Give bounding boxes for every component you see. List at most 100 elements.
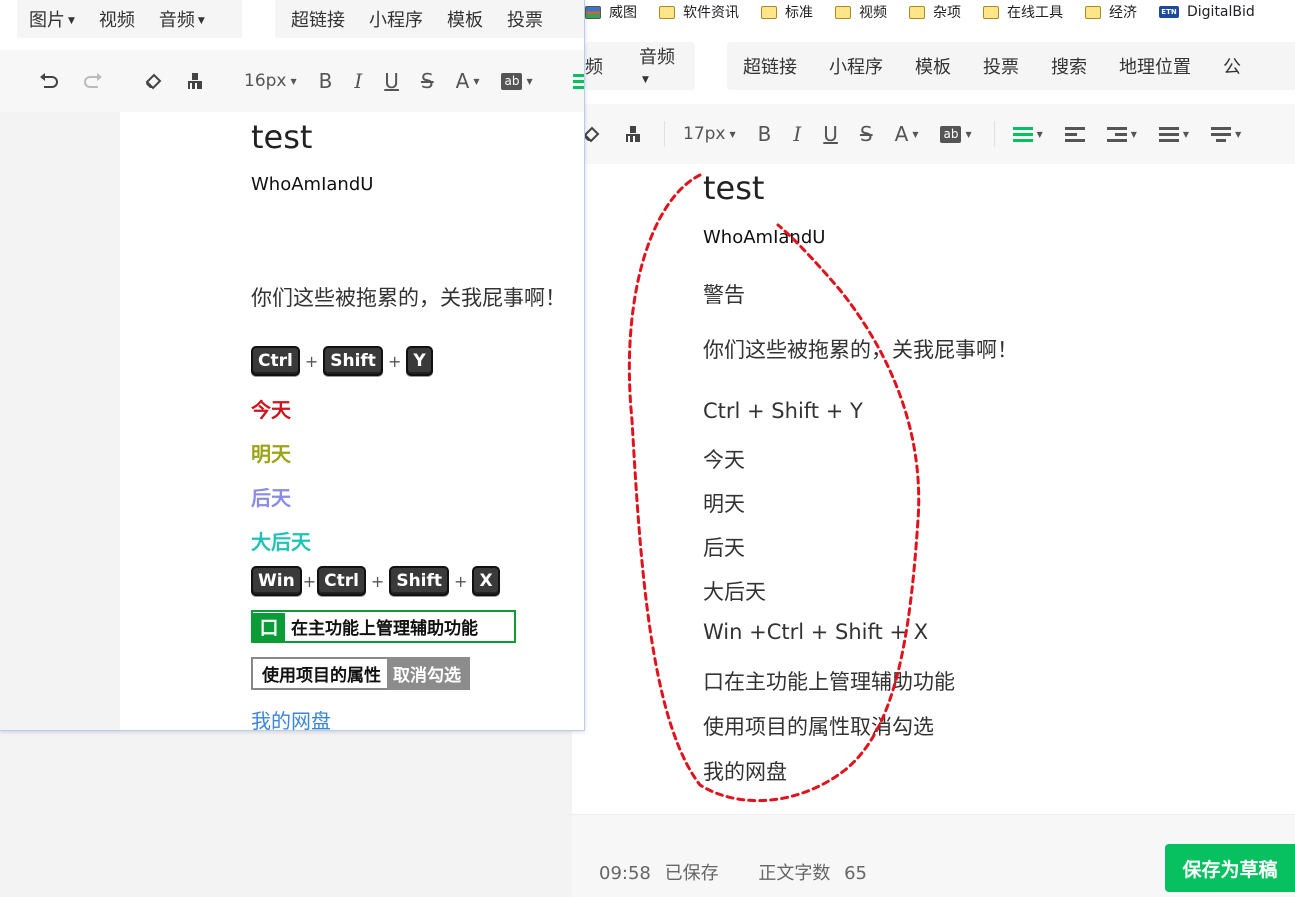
- bookmark-label: 经济: [1109, 5, 1137, 21]
- font-size-select[interactable]: 16px ▼: [244, 66, 297, 96]
- menu-vote[interactable]: 投票: [967, 53, 1035, 79]
- indent-right-icon[interactable]: [1064, 119, 1085, 149]
- menu-miniprogram[interactable]: 小程序: [813, 53, 899, 79]
- key-ctrl: Ctrl: [317, 566, 366, 596]
- accessibility-text: 在主功能上管理辅助功能: [291, 619, 478, 639]
- properties-text: 使用项目的属性: [251, 657, 387, 690]
- menu-image-label: 图片: [29, 10, 65, 31]
- paragraph-today: 今天: [703, 448, 745, 472]
- bookmark-online-tools[interactable]: 在线工具: [983, 0, 1063, 24]
- toolbar-divider: [664, 121, 665, 147]
- font-color-icon[interactable]: A ▼: [895, 119, 919, 149]
- bookmark-standard[interactable]: 标准: [761, 0, 813, 24]
- menu-hyperlink[interactable]: 超链接: [275, 6, 369, 32]
- bookmark-misc[interactable]: 杂项: [909, 0, 961, 24]
- folder-icon: [659, 5, 675, 19]
- key-shift: Shift: [389, 566, 450, 596]
- etn-icon: ETN: [1159, 6, 1179, 18]
- plus-sign: +: [370, 571, 385, 591]
- menu-video-partial[interactable]: 频: [585, 53, 619, 79]
- bookmark-video[interactable]: 视频: [835, 0, 887, 24]
- strikethrough-icon[interactable]: S: [421, 66, 434, 96]
- menu-hyperlink[interactable]: 超链接: [727, 53, 813, 79]
- menu-more-partial[interactable]: 公: [1207, 53, 1257, 79]
- bookmark-weitu[interactable]: 威图: [585, 0, 637, 24]
- paragraph-sentence: 你们这些被拖累的，关我屁事啊！: [703, 338, 1018, 362]
- eraser-icon[interactable]: [144, 66, 164, 96]
- format-painter-icon[interactable]: [624, 119, 642, 149]
- plus-sign: +: [454, 571, 468, 591]
- folder-icon: [983, 5, 999, 19]
- italic-icon[interactable]: I: [793, 119, 801, 149]
- insert-menubar: 图片 ▼ 视频 音频 ▼ 超链接 小程序 模板 投票: [0, 0, 584, 50]
- key-x: X: [472, 566, 500, 596]
- article-author: WhoAmIandU: [703, 227, 826, 248]
- menu-search[interactable]: 搜索: [1035, 53, 1103, 79]
- day-today: 今天: [251, 398, 291, 422]
- menu-template[interactable]: 模板: [447, 6, 507, 32]
- format-toolbar: 16px ▼ B I U S A ▼ ab ▼: [0, 50, 584, 112]
- bold-icon[interactable]: B: [758, 119, 772, 149]
- day-three-days: 大后天: [251, 530, 311, 554]
- line-height-icon[interactable]: ▼: [1158, 119, 1190, 149]
- font-color-icon[interactable]: A ▼: [456, 66, 480, 96]
- netdisk-link[interactable]: 我的网盘: [251, 705, 331, 730]
- format-painter-icon[interactable]: [186, 66, 204, 96]
- insert-menubar: 频 音频 ▼ 超链接 小程序 模板 投票 搜索 地理位置 公: [585, 42, 1295, 90]
- caret-down-icon: ▼: [290, 76, 297, 86]
- bookmark-software[interactable]: 软件资讯: [659, 0, 739, 24]
- caret-down-icon: ▼: [1182, 129, 1190, 139]
- indent-icon[interactable]: ▼: [1106, 119, 1137, 149]
- redo-icon[interactable]: [82, 66, 104, 96]
- underline-icon[interactable]: U: [823, 119, 838, 149]
- menu-audio[interactable]: 音频▼: [619, 43, 695, 90]
- caret-down-icon: ▼: [1036, 129, 1043, 139]
- undo-icon[interactable]: [38, 66, 60, 96]
- menu-miniprogram[interactable]: 小程序: [369, 6, 447, 32]
- save-state: 已保存: [664, 863, 719, 884]
- paragraph-day-after: 后天: [703, 536, 745, 560]
- save-draft-button[interactable]: 保存为草稿: [1165, 844, 1295, 892]
- menu-group-media: 频 音频 ▼: [585, 42, 695, 90]
- highlight-icon[interactable]: ab ▼: [501, 66, 533, 96]
- underline-icon[interactable]: U: [384, 66, 399, 96]
- paragraph-tomorrow: 明天: [703, 492, 745, 516]
- folder-icon: [835, 5, 851, 19]
- paragraph-spacing-icon[interactable]: ▼: [1211, 119, 1241, 149]
- caret-down-icon: ▼: [912, 129, 919, 139]
- accessibility-callout: 口 在主功能上管理辅助功能: [251, 610, 516, 643]
- plus-sign: +: [387, 351, 402, 371]
- paragraph-warning: 警告: [703, 283, 745, 307]
- menu-template[interactable]: 模板: [899, 53, 967, 79]
- highlight-icon[interactable]: ab ▼: [940, 119, 972, 149]
- eraser-icon[interactable]: [582, 119, 602, 149]
- preview-page: test WhoAmIandU 你们这些被拖累的，关我屁事啊！ Ctrl + S…: [120, 112, 584, 730]
- menu-audio[interactable]: 音频▼: [147, 6, 217, 32]
- folder-icon: [1085, 5, 1101, 19]
- editor-window: 频 音频 ▼ 超链接 小程序 模板 投票 搜索 地理位置 公 17px ▼ B I …: [572, 24, 1295, 897]
- menu-audio-label: 音频: [158, 10, 195, 31]
- bookmark-economy[interactable]: 经济: [1085, 0, 1137, 24]
- paragraph-shortcut2: Win +Ctrl + Shift + X: [703, 620, 929, 644]
- paragraph-shortcut1: Ctrl + Shift + Y: [703, 399, 863, 423]
- menu-location[interactable]: 地理位置: [1103, 53, 1207, 79]
- menu-image[interactable]: 图片 ▼: [17, 6, 87, 32]
- image-icon: [585, 5, 601, 19]
- caret-down-icon: ▼: [1130, 129, 1137, 139]
- shortcut-row-1: Ctrl + Shift + Y: [251, 346, 433, 376]
- align-justify-icon[interactable]: [572, 66, 584, 96]
- menu-group-insert: 超链接 小程序 模板 投票 搜索 地理位置 公: [727, 42, 1295, 90]
- strikethrough-icon[interactable]: S: [860, 119, 873, 149]
- italic-icon[interactable]: I: [354, 66, 362, 96]
- bookmark-label: 视频: [859, 5, 887, 21]
- day-tomorrow: 明天: [251, 442, 291, 466]
- bookmark-label: 在线工具: [1007, 5, 1063, 21]
- shortcut-row-2: Win + Ctrl + Shift + X: [251, 566, 500, 596]
- menu-video[interactable]: 视频: [87, 6, 147, 32]
- menu-vote[interactable]: 投票: [507, 6, 543, 32]
- save-time: 09:58: [599, 863, 651, 884]
- align-justify-icon[interactable]: ▼: [1012, 119, 1043, 149]
- font-size-select[interactable]: 17px ▼: [683, 119, 736, 149]
- bookmark-digitalbid[interactable]: ETN DigitalBid: [1159, 0, 1255, 24]
- bold-icon[interactable]: B: [319, 66, 333, 96]
